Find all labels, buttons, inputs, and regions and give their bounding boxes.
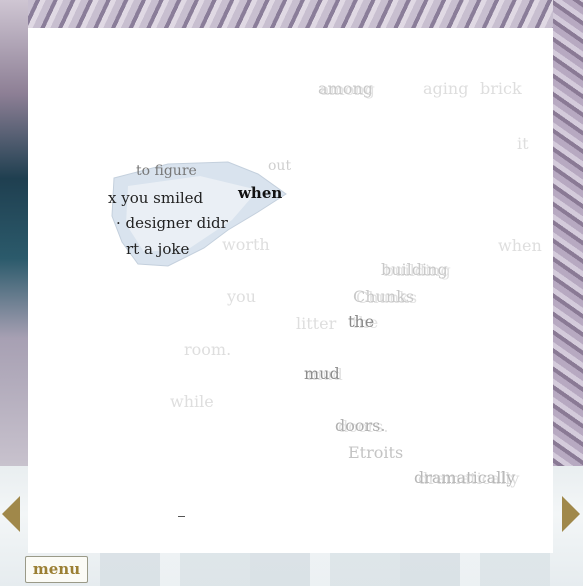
background-strip (100, 552, 550, 586)
next-arrow-icon[interactable] (562, 496, 580, 532)
poem-canvas: among among aging brick it to figure out… (28, 28, 553, 553)
word-while[interactable]: while (170, 392, 214, 411)
word-among[interactable]: among (318, 79, 373, 98)
word-the[interactable]: the (348, 312, 374, 331)
background-texture-left (0, 0, 28, 470)
scrap-line-1-out: out (268, 158, 292, 174)
word-brick[interactable]: brick (480, 79, 522, 98)
word-you[interactable]: you (227, 287, 256, 306)
previous-arrow-icon[interactable] (2, 496, 20, 532)
word-building[interactable]: building (381, 260, 448, 279)
background-texture-right (553, 0, 583, 470)
scrap-line-1: to figure (136, 163, 197, 179)
word-dramatically[interactable]: dramatically (414, 468, 515, 487)
menu-button[interactable]: menu (25, 556, 88, 583)
word-mud[interactable]: mud (304, 364, 340, 383)
word-aging[interactable]: aging (423, 79, 468, 98)
word-it[interactable]: it (517, 134, 529, 153)
word-room[interactable]: room. (184, 340, 231, 359)
word-litter[interactable]: litter (296, 314, 336, 333)
cursor-dash (178, 516, 185, 517)
word-chunks[interactable]: Chunks (353, 287, 414, 306)
word-worth[interactable]: worth (222, 235, 270, 254)
word-when[interactable]: when (498, 236, 542, 255)
scrap-line-2-when: when (238, 184, 283, 202)
scrap-line-3: · designer didr (116, 214, 228, 232)
scrap-line-4: rt a joke (126, 240, 190, 258)
scrap-line-2: x you smiled (108, 189, 204, 207)
word-etroits[interactable]: Etroits (348, 443, 403, 462)
background-texture-top (28, 0, 553, 28)
word-doors[interactable]: doors. (335, 416, 385, 435)
